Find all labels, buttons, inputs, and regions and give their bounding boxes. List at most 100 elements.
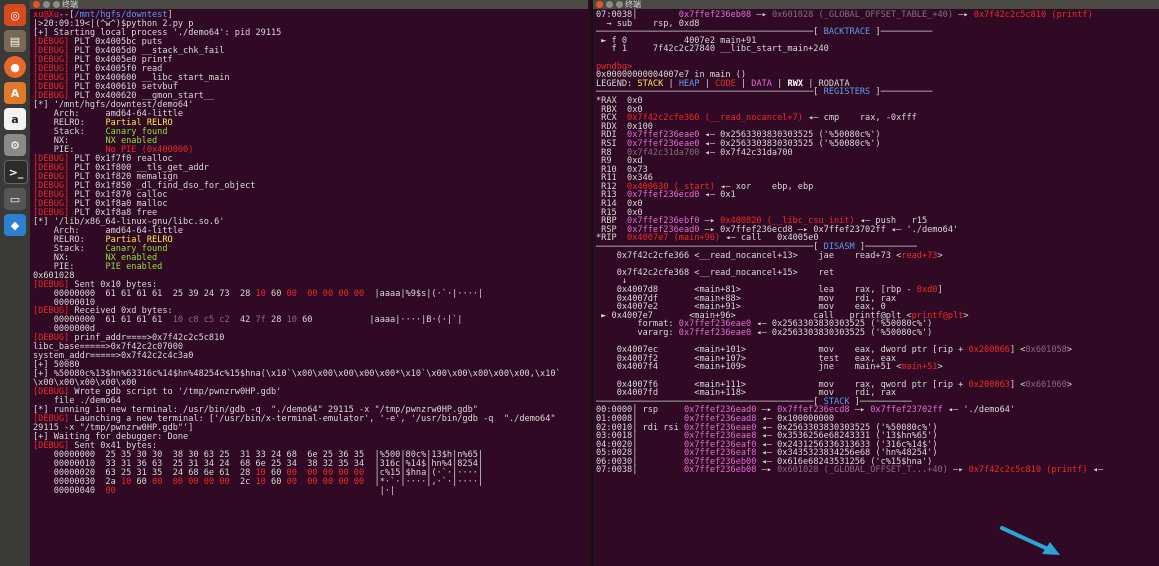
terminal-text: vararg: <box>596 327 679 338</box>
terminal-text: 0x601060 <box>1025 379 1067 390</box>
terminal-line: 0x4007f4 <main+109> jne main+51 <main+51… <box>596 363 1159 372</box>
minimize-icon[interactable] <box>606 1 613 8</box>
vscode-icon[interactable]: ◆ <box>4 214 26 236</box>
terminal-text: 28 <box>265 315 287 326</box>
terminal-text: 0x7f42c2c5c810 (printf) <box>968 465 1088 476</box>
launcher-sidebar: ◎ ▤ ● A a ⚙ >_ ▭ ◆ <box>0 0 31 566</box>
firefox-icon[interactable]: ● <box>4 56 26 78</box>
terminal-text: 10 c8 c5 c2 <box>172 315 230 326</box>
terminal-text: > <box>1066 345 1073 356</box>
terminal-text: > <box>937 362 943 373</box>
terminal-line: 0x7f42c2cfe368 <__read_nocancel+15> ret <box>596 269 1159 278</box>
right-terminal-window[interactable]: 终端 07:0038│ 0x7ffef236eb08 —▸ 0x601028 (… <box>591 0 1159 566</box>
terminal-text: |aaaa|%9$s|(·`·|····| <box>364 288 484 299</box>
maximize-icon[interactable] <box>616 1 623 8</box>
terminal-text: ◂— 0x2563303830303525 ('%50080c%') <box>751 327 933 338</box>
terminal-line: PIE: PIE enabled <box>33 261 588 272</box>
terminal-text: 00000040 <box>33 486 106 497</box>
terminal-text: —▸ <box>947 465 969 476</box>
terminal-line: 00000000 61 61 61 61 25 39 24 73 28 10 6… <box>33 288 588 299</box>
terminal-text: PIE enabled <box>105 261 163 272</box>
terminal-line: R14 0x0 <box>596 200 1159 209</box>
terminal-text: 0x7ffef236eae0 <box>678 327 752 338</box>
terminal-text: ] <box>937 285 943 295</box>
terminal-text: ]────────── <box>870 27 933 38</box>
software-icon[interactable]: A <box>4 82 26 104</box>
terminal-text: ]────────── <box>870 87 933 98</box>
terminal-line: R10 0x73 <box>596 165 1159 175</box>
terminal-line: system_addr=====>0x7f42c2c4c3a0 <box>33 352 588 361</box>
ubuntu-icon[interactable]: ◎ <box>4 4 26 26</box>
terminal-text: ◂— 0x1 <box>699 190 736 201</box>
terminal-text: > <box>963 310 969 321</box>
terminal-line: ────────────────────────────────────────… <box>596 88 1159 97</box>
terminal-line: *RAX 0x0 <box>596 97 1159 106</box>
terminal-text: 60 |aaaa|····|B·(·|`| <box>296 315 463 326</box>
terminal-text: 0x200863 <box>968 379 1010 390</box>
right-terminal-output[interactable]: 07:0038│ 0x7ffef236eb08 —▸ 0x601028 (_GL… <box>593 9 1159 475</box>
terminal-line: f 1 7f42c2c27840 __libc_start_main+240 <box>596 45 1159 54</box>
left-terminal-output[interactable]: xu@Xu--[/mnt/hgfs/downtest] |>20:09:19<|(… <box>30 9 588 496</box>
terminal-text: 10 <box>286 315 297 326</box>
terminal-text: read+73 <box>901 250 938 261</box>
terminal-icon[interactable]: >_ <box>4 160 28 184</box>
terminal-line: 00000040 00 |·| <box>33 487 588 496</box>
terminal-text: > <box>937 250 943 261</box>
files-icon[interactable]: ▤ <box>4 30 26 52</box>
terminal-text: 0x7f42c2c5c810 (printf) <box>973 10 1093 20</box>
terminal-text: 00 <box>105 486 116 497</box>
terminal-text: 0x7f42c2cfe368 <__read_nocancel+15> ret <box>596 267 834 278</box>
annotation-arrow-icon <box>1000 526 1060 555</box>
terminal-line: R9 0xd <box>596 157 1159 166</box>
terminal-text: ] < <box>1009 379 1026 390</box>
terminal-text: 00 00 00 00 00 <box>286 288 365 299</box>
left-terminal-window[interactable]: 终端 xu@Xu--[/mnt/hgfs/downtest] |>20:09:19… <box>30 0 588 566</box>
terminal-text: 0x601058 <box>1025 345 1067 356</box>
terminal-text: 42 <box>229 315 256 326</box>
terminal-text: 0x601028 (_GLOBAL_OFFSET_TABLE_+40) <box>771 10 954 20</box>
amazon-icon[interactable]: a <box>4 108 26 130</box>
minimize-icon[interactable] <box>43 1 50 8</box>
terminal-line: RCX 0x7f42c2cfe360 (__read_nocancel+7) ◂… <box>596 114 1159 123</box>
terminal-text: > <box>1066 379 1073 390</box>
terminal-text: 60 <box>265 288 287 299</box>
terminal-text: ◂— 0x7f42c31da700 <box>699 147 793 158</box>
terminal-text: ◂— './demo64' <box>942 405 1016 416</box>
terminal-text: REGISTERS <box>823 87 871 98</box>
maximize-icon[interactable] <box>53 1 60 8</box>
terminal-text: 07:0038│ <box>596 465 684 476</box>
amazon-label: a <box>11 112 19 126</box>
terminal-line: vararg: 0x7ffef236eae0 ◂— 0x256330383030… <box>596 329 1159 338</box>
terminal-text: 0x7ffef236eb08 <box>683 465 757 476</box>
terminal-text: f 1 7f42c2c27840 __libc_start_main+240 <box>596 44 829 55</box>
terminal-text: —▸ <box>849 405 871 416</box>
terminal-line: 07:0038│ 0x7ffef236eb08 —▸ 0x601028 (_GL… <box>596 466 1159 475</box>
terminal-text: BACKTRACE <box>823 27 871 38</box>
left-title-bar: 终端 <box>30 0 588 9</box>
terminal-text: main+51 <box>901 362 938 373</box>
terminal-text: 0x200866 <box>968 345 1010 356</box>
terminal-text: ◂— cmp rax, -0xfff <box>802 113 917 124</box>
terminal-text: —▸ <box>756 465 778 476</box>
terminal-text: 0xd0 <box>916 285 938 295</box>
terminal-line: R8 0x7f42c31da700 ◂— 0x7f42c31da700 <box>596 147 1159 158</box>
terminal-text: —▸ <box>953 10 974 20</box>
right-title-bar: 终端 <box>593 0 1159 9</box>
close-icon[interactable] <box>33 1 40 8</box>
terminal-text: |·| <box>115 486 396 497</box>
close-icon[interactable] <box>596 1 603 8</box>
settings-icon[interactable]: ⚙ <box>4 134 26 156</box>
left-window-title: 终端 <box>62 0 78 9</box>
terminal-text: 0x4007f4 <main+109> jne main+51 < <box>596 362 902 373</box>
terminal-text: ] < <box>1009 345 1026 356</box>
terminal-text: 0x7ffef23702ff <box>870 405 943 416</box>
right-window-title: 终端 <box>625 0 641 9</box>
terminal-text: 0x7f42c2cfe366 <__read_nocancel+13> jae … <box>596 250 902 261</box>
terminal-text: 10 <box>255 288 266 299</box>
terminal-text: —▸ <box>751 10 772 20</box>
terminal-line: 0x7f42c2cfe366 <__read_nocancel+13> jae … <box>596 250 1159 261</box>
terminal-line: R13 0x7ffef236ecd0 ◂— 0x1 <box>596 191 1159 200</box>
disk-icon[interactable]: ▭ <box>4 188 26 210</box>
terminal-line: 00000000 61 61 61 61 10 c8 c5 c2 42 7f 2… <box>33 316 588 325</box>
